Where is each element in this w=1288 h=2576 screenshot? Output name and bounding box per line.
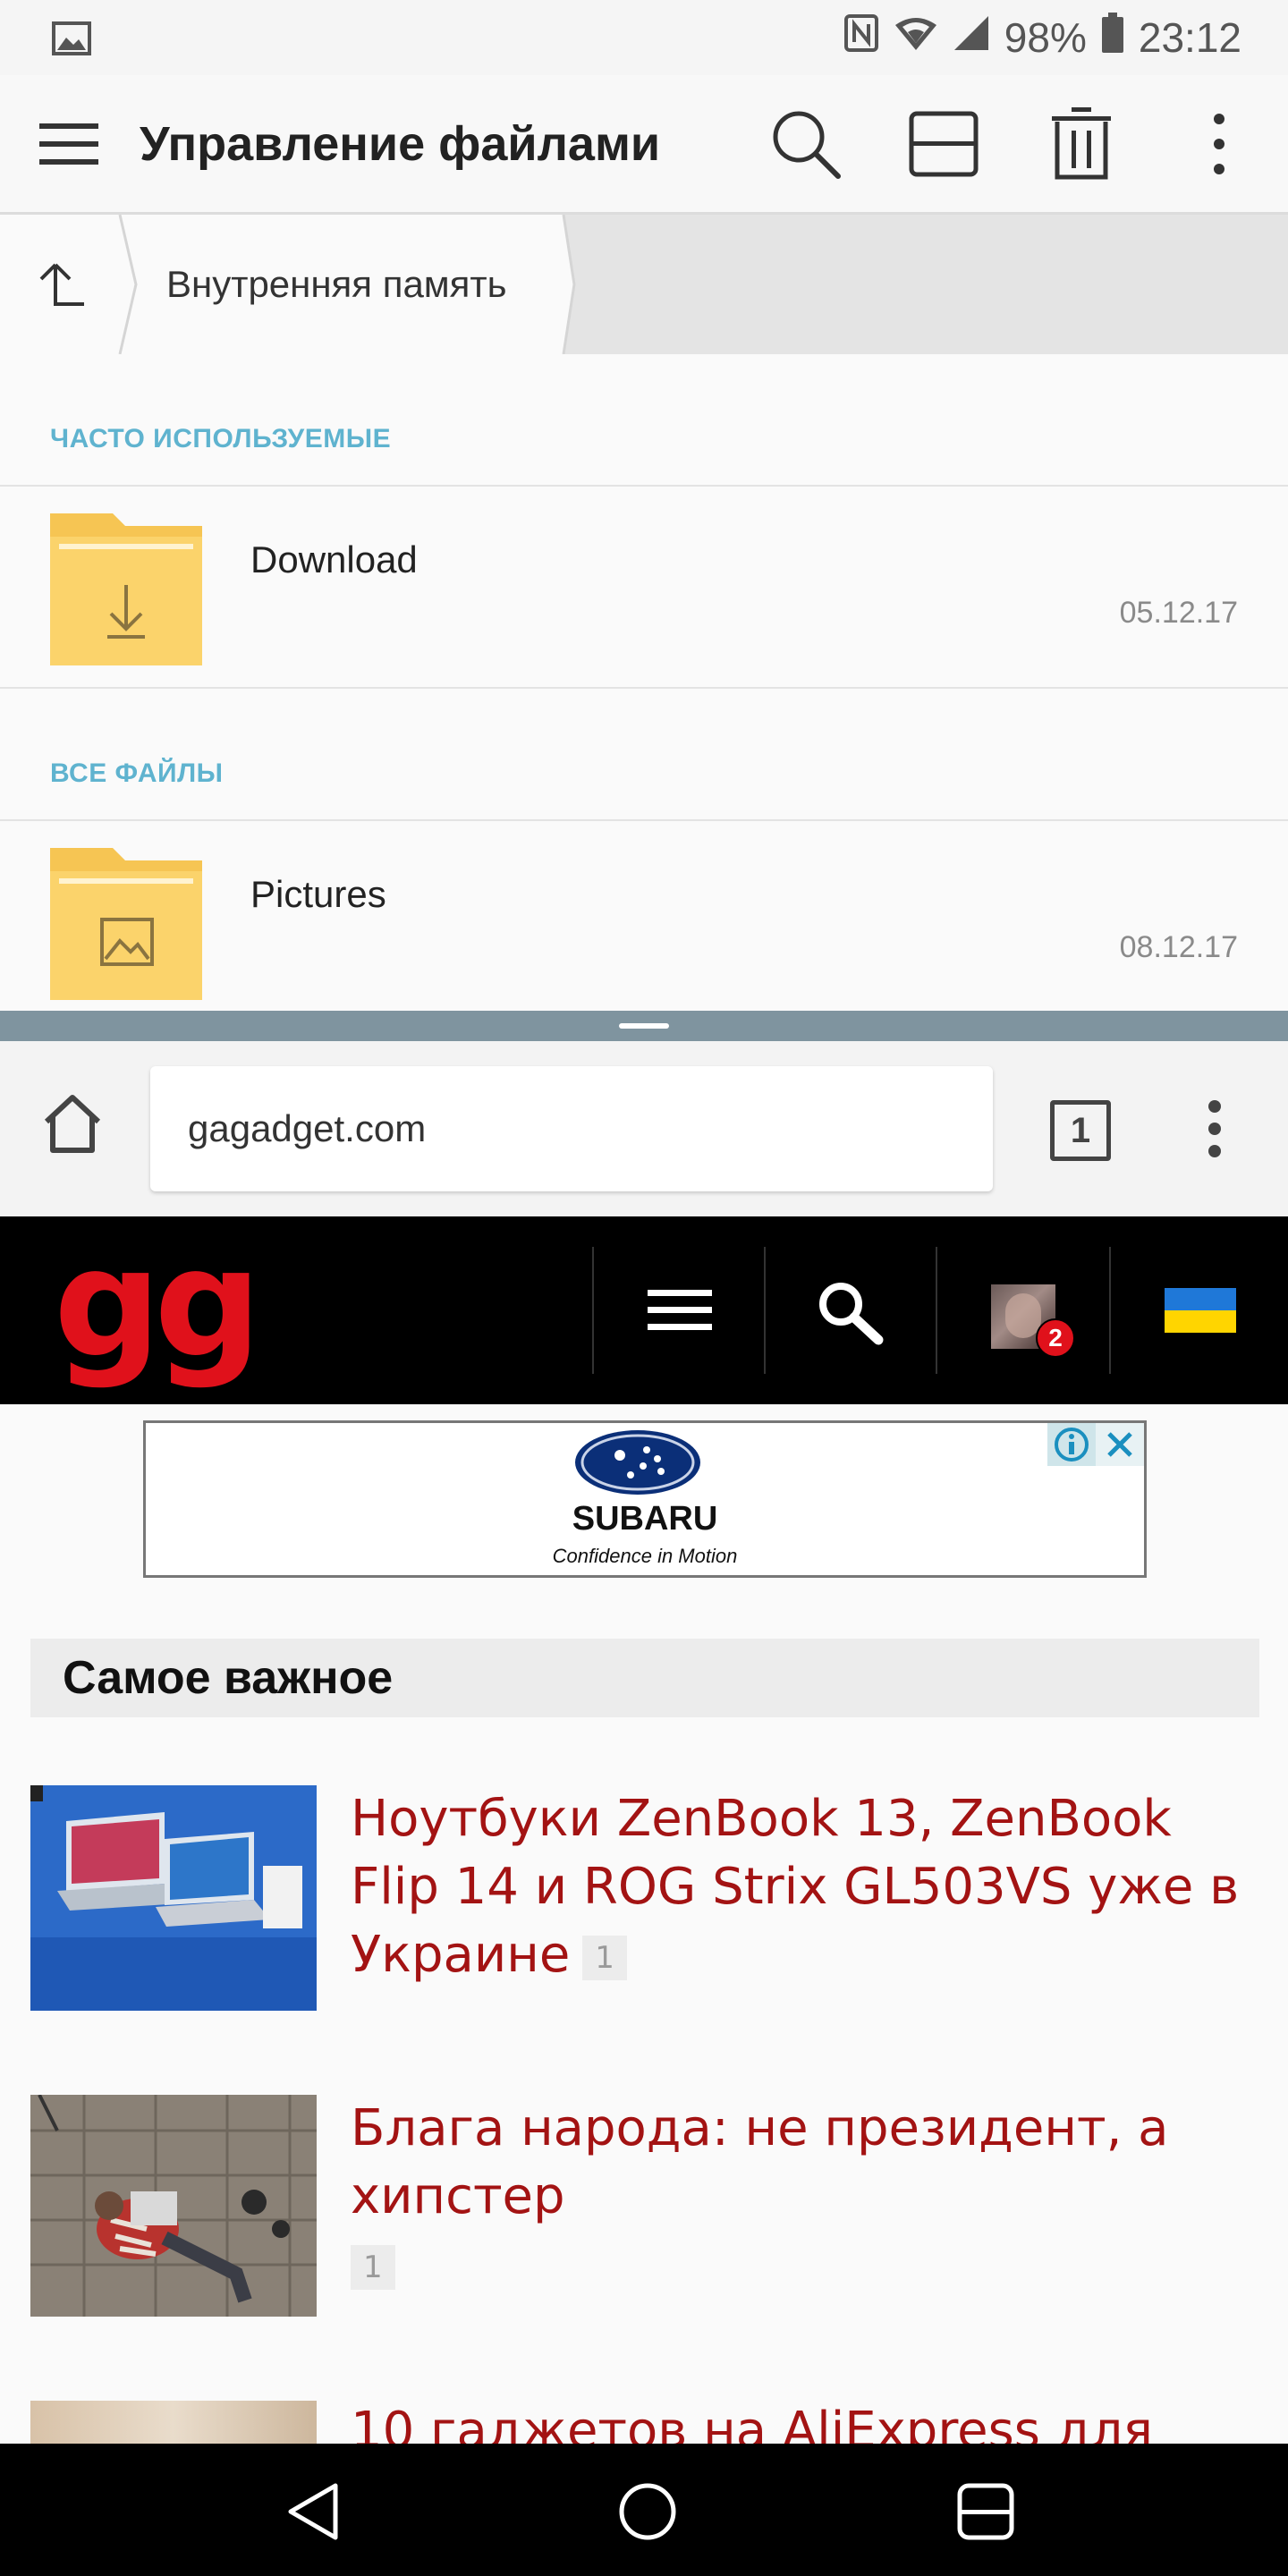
file-date: 05.12.17 — [1119, 596, 1238, 630]
article-item[interactable]: 10 гаджетов на AliExpress для вашей — [30, 2401, 1259, 2444]
download-folder-icon — [50, 513, 202, 665]
browser-menu-icon[interactable] — [1208, 1100, 1222, 1162]
comment-count[interactable]: 1 — [582, 1935, 627, 1980]
article-thumbnail[interactable] — [30, 2095, 317, 2317]
file-date: 08.12.17 — [1119, 930, 1238, 964]
nfc-icon — [843, 13, 879, 63]
app-title: Управление файлами — [140, 117, 661, 171]
divider — [592, 1247, 594, 1374]
divider — [936, 1247, 937, 1374]
site-logo[interactable]: gg — [54, 1228, 261, 1378]
divider — [764, 1247, 766, 1374]
tabs-button[interactable]: 1 — [1050, 1100, 1111, 1161]
home-icon[interactable] — [612, 2476, 683, 2547]
battery-icon — [1101, 12, 1124, 64]
site-menu-icon[interactable] — [648, 1290, 712, 1335]
file-name: Download — [250, 538, 418, 580]
file-name: Pictures — [250, 873, 386, 915]
file-manager-toolbar: Управление файлами — [0, 75, 1288, 215]
site-search-icon[interactable] — [816, 1279, 886, 1350]
comment-count[interactable]: 1 — [351, 2244, 395, 2290]
notification-badge: 2 — [1036, 1318, 1075, 1358]
breadcrumb-location[interactable]: Внутренняя память — [125, 215, 564, 354]
ad-info-icon[interactable] — [1047, 1423, 1096, 1466]
more-icon[interactable] — [1179, 104, 1259, 184]
ad-close-icon[interactable] — [1096, 1423, 1144, 1466]
back-icon[interactable] — [277, 2476, 349, 2547]
ukraine-flag-icon[interactable] — [1165, 1288, 1236, 1333]
browser-toolbar: gagadget.com 1 — [0, 1041, 1288, 1216]
file-row-pictures[interactable]: Pictures 08.12.17 — [0, 819, 1288, 1011]
article-title[interactable]: Ноутбуки ZenBook 13, ZenBook Flip 14 и R… — [351, 1785, 1259, 1989]
url-field[interactable]: gagadget.com — [150, 1066, 993, 1191]
article-thumbnail[interactable] — [30, 1785, 317, 2011]
site-header: gg — [0, 1216, 1288, 1404]
status-bar: 98% 23:12 — [0, 0, 1288, 75]
signal-icon — [953, 13, 990, 62]
divider — [1109, 1247, 1111, 1374]
section-label-frequent: ЧАСТО ИСПОЛЬЗУЕМЫЕ — [50, 424, 392, 453]
clock: 23:12 — [1138, 14, 1241, 61]
section-heading: Самое важное — [30, 1639, 1259, 1717]
ad-tagline: Confidence in Motion — [552, 1545, 738, 1567]
breadcrumb: Внутренняя память — [0, 215, 1288, 354]
image-icon — [52, 21, 91, 60]
pictures-folder-icon — [50, 848, 202, 1000]
article-title[interactable]: Блага народа: не президент, а хипстер 1 — [351, 2095, 1259, 2299]
system-navigation-bar — [0, 2444, 1288, 2576]
battery-percent: 98% — [1004, 14, 1087, 61]
delete-icon[interactable] — [1041, 104, 1122, 184]
ad-brand: SUBARU — [572, 1500, 718, 1538]
section-label-all-files: ВСЕ ФАЙЛЫ — [50, 758, 224, 788]
home-button-icon[interactable] — [41, 1093, 104, 1158]
divider-handle[interactable] — [619, 1023, 669, 1029]
view-icon[interactable] — [903, 104, 984, 184]
article-thumbnail[interactable] — [30, 2401, 317, 2444]
split-screen-divider[interactable] — [0, 1011, 1288, 1041]
up-directory-icon[interactable] — [0, 215, 125, 354]
search-icon[interactable] — [766, 104, 846, 184]
article-item[interactable]: Блага народа: не президент, а хипстер 1 — [30, 2095, 1259, 2317]
article-item[interactable]: Ноутбуки ZenBook 13, ZenBook Flip 14 и R… — [30, 1785, 1259, 2011]
recents-icon[interactable] — [950, 2476, 1021, 2547]
ad-banner[interactable]: SUBARU Confidence in Motion — [143, 1420, 1147, 1578]
article-title[interactable]: 10 гаджетов на AliExpress для вашей — [351, 2401, 1259, 2444]
file-row-download[interactable]: Download 05.12.17 — [0, 485, 1288, 689]
subaru-logo-icon — [573, 1428, 702, 1501]
menu-icon[interactable] — [29, 104, 109, 184]
wifi-icon — [894, 13, 938, 62]
